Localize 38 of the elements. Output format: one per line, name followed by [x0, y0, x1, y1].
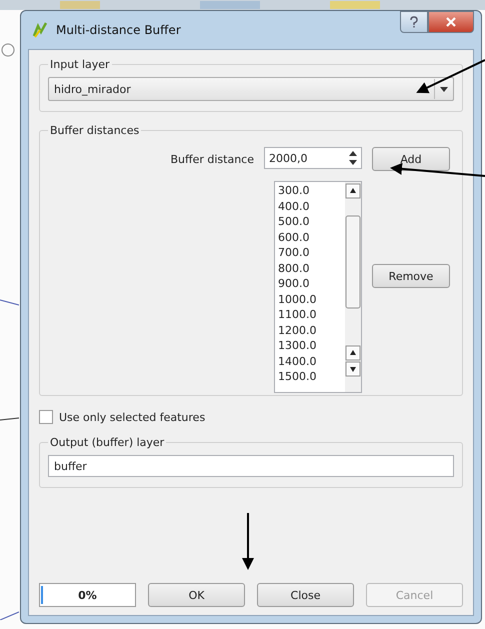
dialog-button[interactable]: OK	[148, 583, 245, 607]
scrollbar[interactable]	[345, 182, 361, 392]
group-title: Input layer	[49, 58, 111, 71]
field-label: Buffer distance	[170, 152, 254, 166]
dialog-button[interactable]: Close	[257, 583, 354, 607]
list-item[interactable]: 1400.0	[278, 354, 342, 369]
list-item[interactable]: 1500.0	[278, 369, 342, 384]
annotation-arrow	[242, 513, 254, 570]
output-layer-field[interactable]: buffer	[48, 455, 454, 477]
help-button[interactable]	[400, 11, 428, 33]
list-item[interactable]: 1100.0	[278, 307, 342, 322]
close-icon	[445, 17, 457, 27]
progress-text: 0%	[78, 588, 97, 602]
distance-list[interactable]: 300.0 400.0 500.0 600.0 700.0 800.0 900.0 1000.0 1100.0 1200.0 1300.0 1400.0 1500.0	[274, 181, 362, 393]
remove-button[interactable]: Remove	[372, 264, 450, 288]
list-item[interactable]: 700.0	[278, 245, 342, 260]
list-item[interactable]: 1000.0	[278, 292, 342, 307]
help-icon	[409, 16, 419, 28]
add-button[interactable]: Add	[372, 147, 450, 171]
group-title: Buffer distances	[49, 124, 140, 137]
annotation-arrow	[416, 59, 485, 94]
list-item[interactable]: 600.0	[278, 230, 342, 245]
list-item[interactable]: 1300.0	[278, 338, 342, 354]
window-title: Multi-distance Buffer	[56, 23, 181, 37]
list-item[interactable]: 300.0	[278, 183, 342, 198]
checkbox[interactable]	[39, 410, 53, 424]
list-item[interactable]: 900.0	[278, 276, 342, 292]
caret-icon	[440, 86, 448, 92]
app-icon	[32, 22, 48, 38]
buffer-distance-spinbox[interactable]: 2000,0	[264, 147, 362, 169]
group-title: Output (buffer) layer	[49, 436, 166, 449]
list-item[interactable]: 1200.0	[278, 322, 342, 338]
close-button[interactable]	[428, 11, 474, 33]
list-item[interactable]: 500.0	[278, 214, 342, 230]
list-item[interactable]: 400.0	[278, 198, 342, 214]
list-item[interactable]: 800.0	[278, 260, 342, 276]
checkbox-label: Use only selected features	[59, 410, 206, 424]
input-layer-dropdown[interactable]: hidro_mirador	[48, 77, 454, 101]
